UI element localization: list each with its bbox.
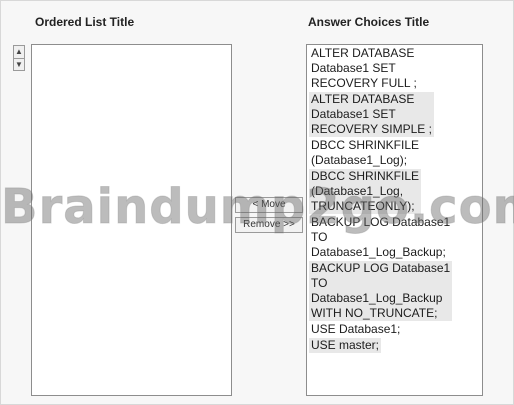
answer-choice[interactable]: BACKUP LOG Database1 TO Database1_Log_Ba… bbox=[309, 215, 452, 260]
answer-choice[interactable]: ALTER DATABASE Database1 SET RECOVERY SI… bbox=[309, 92, 434, 137]
drag-drop-panel: Ordered List Title Answer Choices Title … bbox=[0, 0, 514, 405]
answer-choice[interactable]: DBCC SHRINKFILE (Database1_Log); bbox=[309, 138, 421, 168]
move-up-icon[interactable]: ▲ bbox=[14, 46, 24, 59]
answer-choices-box: ALTER DATABASE Database1 SET RECOVERY FU… bbox=[306, 44, 483, 396]
answer-choice[interactable]: USE Database1; bbox=[309, 322, 402, 337]
answer-choice[interactable]: DBCC SHRINKFILE (Database1_Log, TRUNCATE… bbox=[309, 169, 422, 214]
ordered-list-title: Ordered List Title bbox=[35, 15, 135, 29]
move-button[interactable]: < Move bbox=[235, 197, 303, 213]
reorder-spinner[interactable]: ▲ ▼ bbox=[13, 45, 25, 71]
move-down-icon[interactable]: ▼ bbox=[14, 59, 24, 71]
answer-choice[interactable]: USE master; bbox=[309, 338, 382, 353]
answer-choice[interactable]: ALTER DATABASE Database1 SET RECOVERY FU… bbox=[309, 46, 419, 91]
answer-choices-title: Answer Choices Title bbox=[308, 15, 430, 29]
ordered-list-box[interactable] bbox=[31, 44, 232, 396]
remove-button[interactable]: Remove >> bbox=[235, 217, 303, 233]
move-buttons-group: < Move Remove >> bbox=[235, 197, 305, 237]
answer-choice[interactable]: BACKUP LOG Database1 TO Database1_Log_Ba… bbox=[309, 261, 453, 321]
